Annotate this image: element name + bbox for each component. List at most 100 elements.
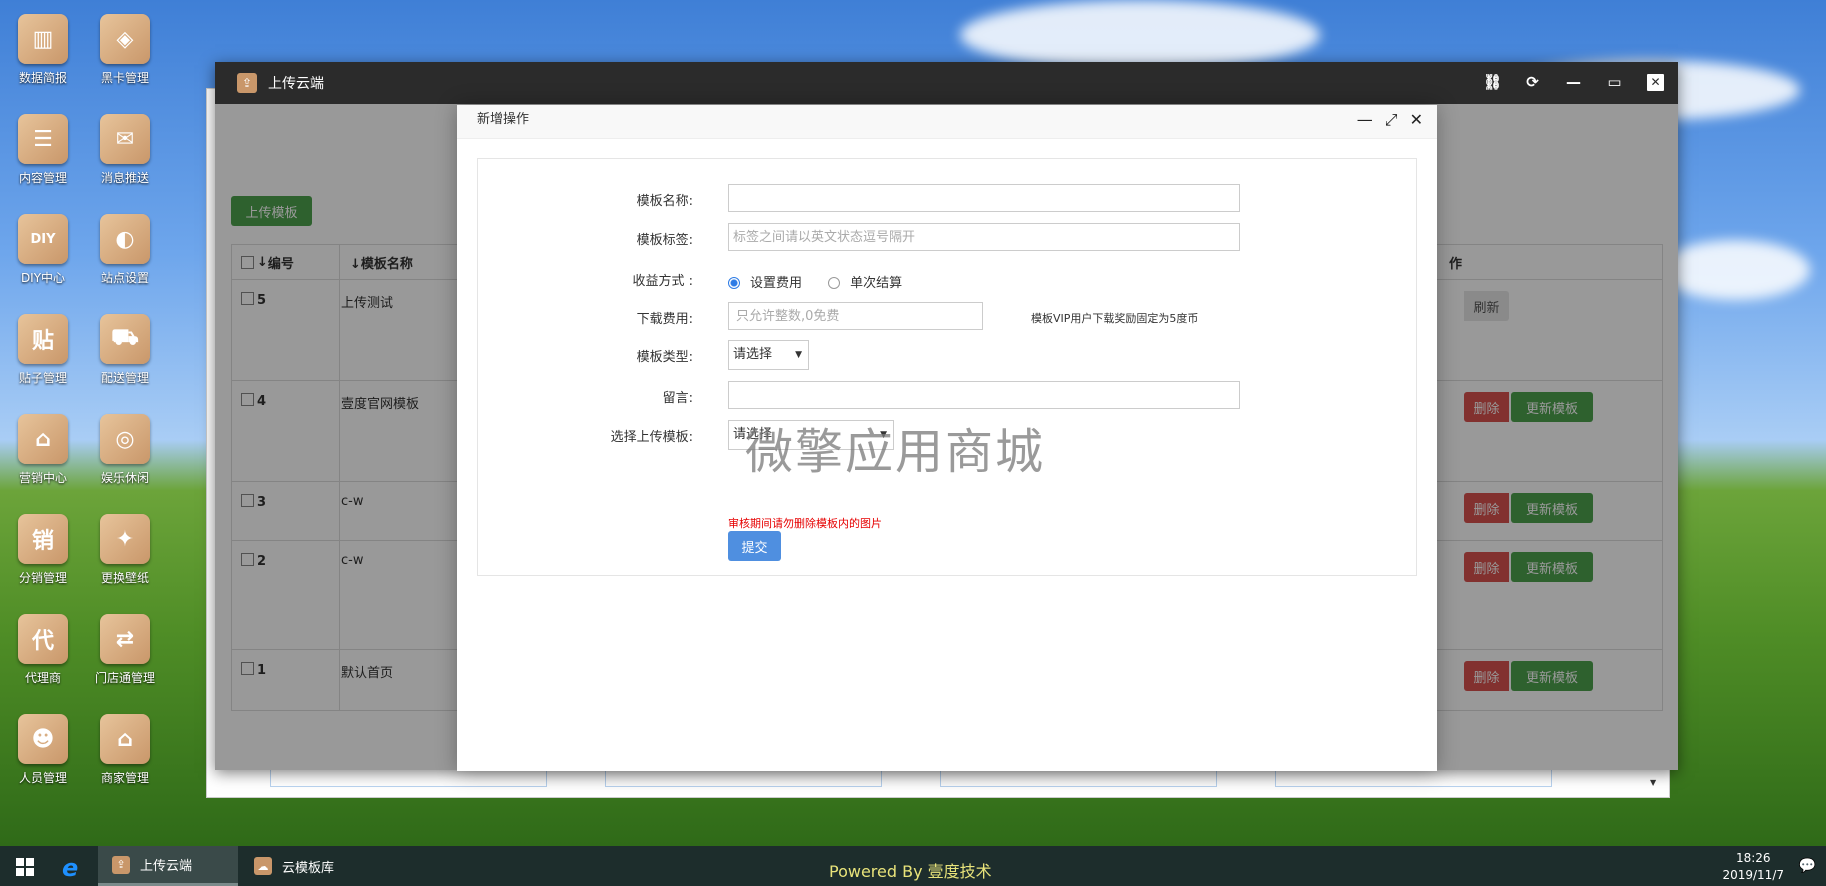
- desktop-icon-label: 商家管理: [100, 771, 149, 785]
- vip-reward-hint: 模板VIP用户下载奖励固定为5度币: [1031, 312, 1199, 325]
- desktop-icon[interactable]: ☰ 内容管理: [2, 114, 84, 186]
- clock-time: 18:26: [1735, 851, 1771, 865]
- clock-date: 2019/11/7: [1722, 868, 1784, 882]
- template-tags-input[interactable]: 标签之间请以英文状态逗号隔开: [728, 223, 1240, 251]
- template-type-label: 模板类型:: [636, 350, 693, 365]
- single-settle-radio-label[interactable]: 单次结算: [850, 276, 902, 291]
- desktop-icon-label: 人员管理: [18, 771, 67, 785]
- review-warning: 审核期间请勿删除模板内的图片: [728, 517, 882, 530]
- form-row-fee: 下载费用: 只允许整数,0免费 模板VIP用户下载奖励固定为5度币: [478, 302, 1416, 332]
- upload-app-icon: ⇪: [112, 855, 130, 874]
- task-label: 云模板库: [282, 860, 335, 876]
- close-button[interactable]: ✕: [1647, 74, 1664, 91]
- desktop-app-icon: ◐: [100, 214, 150, 264]
- desktop-app-icon: ▥: [18, 14, 68, 64]
- fee-radio-label[interactable]: 设置费用: [750, 276, 802, 291]
- desktop-icon-label: 分销管理: [18, 571, 67, 585]
- desktop-icon-label: 代理商: [24, 671, 61, 685]
- desktop-icon-label: 娱乐休闲: [100, 471, 149, 485]
- powered-by-text: Powered By 壹度技术: [829, 862, 992, 881]
- message-input[interactable]: [728, 381, 1240, 409]
- window-title: 上传云端: [268, 76, 324, 92]
- desktop-icon-label: 门店通管理: [94, 671, 155, 685]
- upload-template-label: 选择上传模板:: [610, 430, 693, 445]
- desktop-icon-label: 营销中心: [18, 471, 67, 485]
- desktop-app-icon: 销: [18, 514, 68, 564]
- download-fee-input[interactable]: 只允许整数,0免费: [728, 302, 983, 330]
- desktop-icon-label: 配送管理: [100, 371, 149, 385]
- desktop-icon[interactable]: ✉ 消息推送: [84, 114, 166, 186]
- template-type-select[interactable]: 请选择 ▼: [728, 340, 809, 370]
- income-method-label: 收益方式 :: [632, 274, 693, 289]
- desktop-app-icon: ◈: [100, 14, 150, 64]
- desktop-icon-label: 更换壁纸: [100, 571, 149, 585]
- maximize-button[interactable]: ▭: [1606, 74, 1623, 91]
- desktop-icon[interactable]: ◈ 黑卡管理: [84, 14, 166, 86]
- minimize-button[interactable]: —: [1565, 74, 1582, 91]
- scroll-down-arrow-icon[interactable]: ▼: [1650, 778, 1656, 787]
- dialog-title: 新增操作: [477, 112, 530, 127]
- windows-start-icon[interactable]: [16, 858, 34, 876]
- desktop-icon[interactable]: 贴贴子管理: [2, 314, 84, 386]
- dialog-minimize-icon[interactable]: —: [1357, 110, 1373, 130]
- cloud-template-icon: ☁: [254, 857, 272, 875]
- template-name-label: 模板名称:: [636, 194, 693, 209]
- submit-button[interactable]: 提交: [728, 531, 781, 561]
- cloud: [1660, 240, 1810, 300]
- dialog-close-icon[interactable]: ✕: [1410, 110, 1423, 130]
- desktop-app-icon: DIY: [18, 214, 68, 264]
- desktop-icon[interactable]: ⇄ 门店通管理: [84, 614, 166, 686]
- dialog-header[interactable]: 新增操作 — ⤢ ✕: [457, 105, 1437, 139]
- desktop-app-icon: ⇄: [100, 614, 150, 664]
- link-icon[interactable]: ⛓: [1483, 74, 1502, 91]
- desktop-app-icon: 贴: [18, 314, 68, 364]
- download-fee-label: 下载费用:: [636, 312, 693, 327]
- ie-browser-icon[interactable]: e: [62, 854, 78, 882]
- form-row-type: 模板类型: 请选择 ▼: [478, 340, 1416, 370]
- message-label: 留言:: [662, 391, 693, 406]
- desktop-app-icon: ✦: [100, 514, 150, 564]
- refresh-icon[interactable]: ⟳: [1524, 74, 1541, 91]
- desktop-icon[interactable]: 代代理商: [2, 614, 84, 686]
- desktop-icon[interactable]: ⛟ 配送管理: [84, 314, 166, 386]
- template-form: 模板名称: 模板标签: 标签之间请以英文状态逗号隔开 收益方式 : 设置费用 单…: [477, 158, 1417, 576]
- desktop-icon[interactable]: ◎ 娱乐休闲: [84, 414, 166, 486]
- form-row-tags: 模板标签: 标签之间请以英文状态逗号隔开: [478, 223, 1416, 253]
- desktop-app-icon: ⌂: [100, 714, 150, 764]
- dialog-controls: — ⤢ ✕: [1357, 110, 1423, 130]
- desktop-app-icon: ⌂: [18, 414, 68, 464]
- desktop-icon[interactable]: 销分销管理: [2, 514, 84, 586]
- template-tags-label: 模板标签:: [636, 233, 693, 248]
- desktop-app-icon: ☰: [18, 114, 68, 164]
- notification-icon[interactable]: 💬: [1799, 858, 1816, 874]
- form-row-message: 留言:: [478, 381, 1416, 411]
- dialog-maximize-icon[interactable]: ⤢: [1385, 110, 1398, 130]
- desktop-app-icon: 代: [18, 614, 68, 664]
- desktop-icon-label: 黑卡管理: [100, 71, 149, 85]
- task-upload-cloud[interactable]: ⇪ 上传云端: [98, 846, 238, 886]
- system-clock[interactable]: 18:26 2019/11/7: [1722, 850, 1784, 884]
- template-name-input[interactable]: [728, 184, 1240, 212]
- task-cloud-templates[interactable]: ☁ 云模板库: [240, 846, 380, 886]
- desktop-icon[interactable]: DIY DIY中心: [2, 214, 84, 286]
- desktop-icon-label: 贴子管理: [18, 371, 67, 385]
- desktop-icon[interactable]: ⌂ 营销中心: [2, 414, 84, 486]
- fee-radio[interactable]: [728, 277, 740, 289]
- desktop-app-icon: ◎: [100, 414, 150, 464]
- window-titlebar[interactable]: ⇪ 上传云端 ⛓ ⟳ — ▭ ✕: [215, 62, 1678, 104]
- desktop-icon-label: 数据简报: [18, 71, 67, 85]
- form-row-name: 模板名称:: [478, 184, 1416, 214]
- desktop-icon[interactable]: ▥ 数据简报: [2, 14, 84, 86]
- form-row-income: 收益方式 : 设置费用 单次结算: [478, 264, 1416, 294]
- desktop-icon[interactable]: ◐ 站点设置: [84, 214, 166, 286]
- desktop-app-icon: ☻: [18, 714, 68, 764]
- desktop-icon[interactable]: ☻ 人员管理: [2, 714, 84, 786]
- dropdown-arrow-icon: ▼: [795, 350, 802, 360]
- desktop-icon-label: 站点设置: [100, 271, 149, 285]
- desktop-icon[interactable]: ⌂ 商家管理: [84, 714, 166, 786]
- task-label: 上传云端: [140, 859, 193, 874]
- single-settle-radio[interactable]: [828, 277, 841, 289]
- cloud: [960, 0, 1320, 70]
- desktop-icon[interactable]: ✦ 更换壁纸: [84, 514, 166, 586]
- watermark-text: 微擎应用商城: [745, 424, 1046, 480]
